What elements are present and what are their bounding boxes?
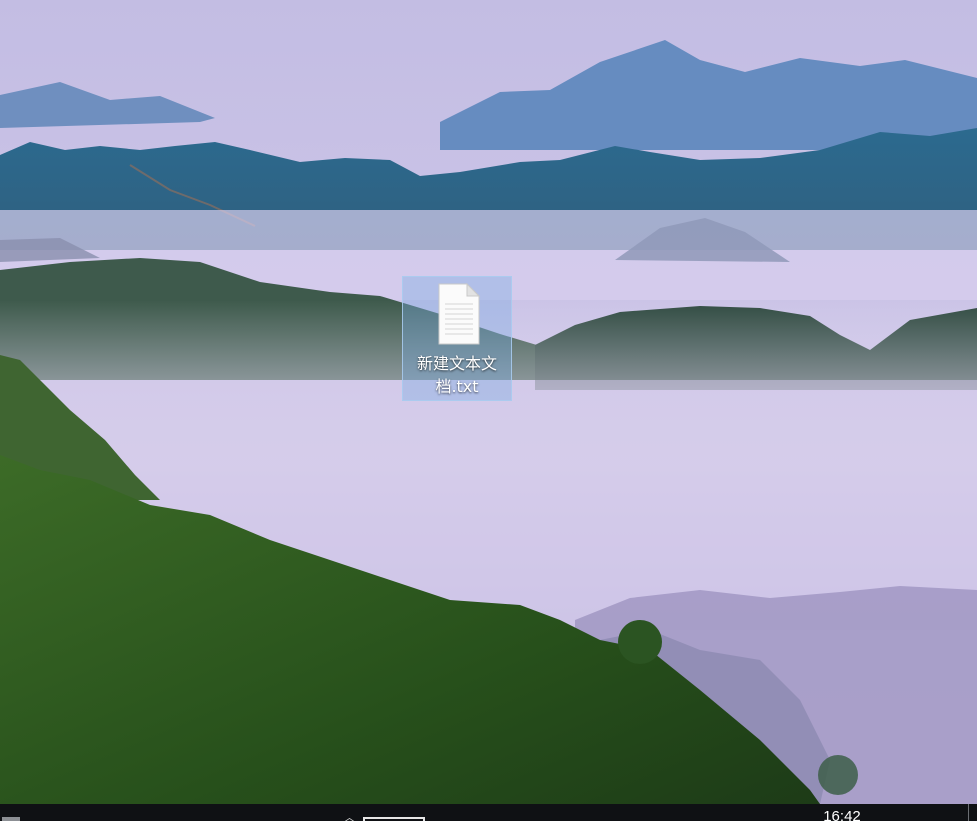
text-file-icon xyxy=(438,282,481,345)
start-button[interactable] xyxy=(2,817,20,821)
desktop-icon-label: 新建文本文档.txt xyxy=(416,354,497,396)
desktop[interactable]: 新建文本文档.txt ︿ 16:42 xyxy=(0,0,977,821)
taskbar-clock[interactable]: 16:42 xyxy=(812,807,872,821)
window-icon[interactable] xyxy=(363,817,425,821)
wallpaper-image xyxy=(0,0,977,804)
taskbar: ︿ 16:42 xyxy=(0,804,977,821)
chevron-up-icon[interactable]: ︿ xyxy=(344,812,356,821)
desktop-icon-text-file[interactable]: 新建文本文档.txt xyxy=(402,276,512,401)
show-desktop-button[interactable] xyxy=(968,804,969,821)
